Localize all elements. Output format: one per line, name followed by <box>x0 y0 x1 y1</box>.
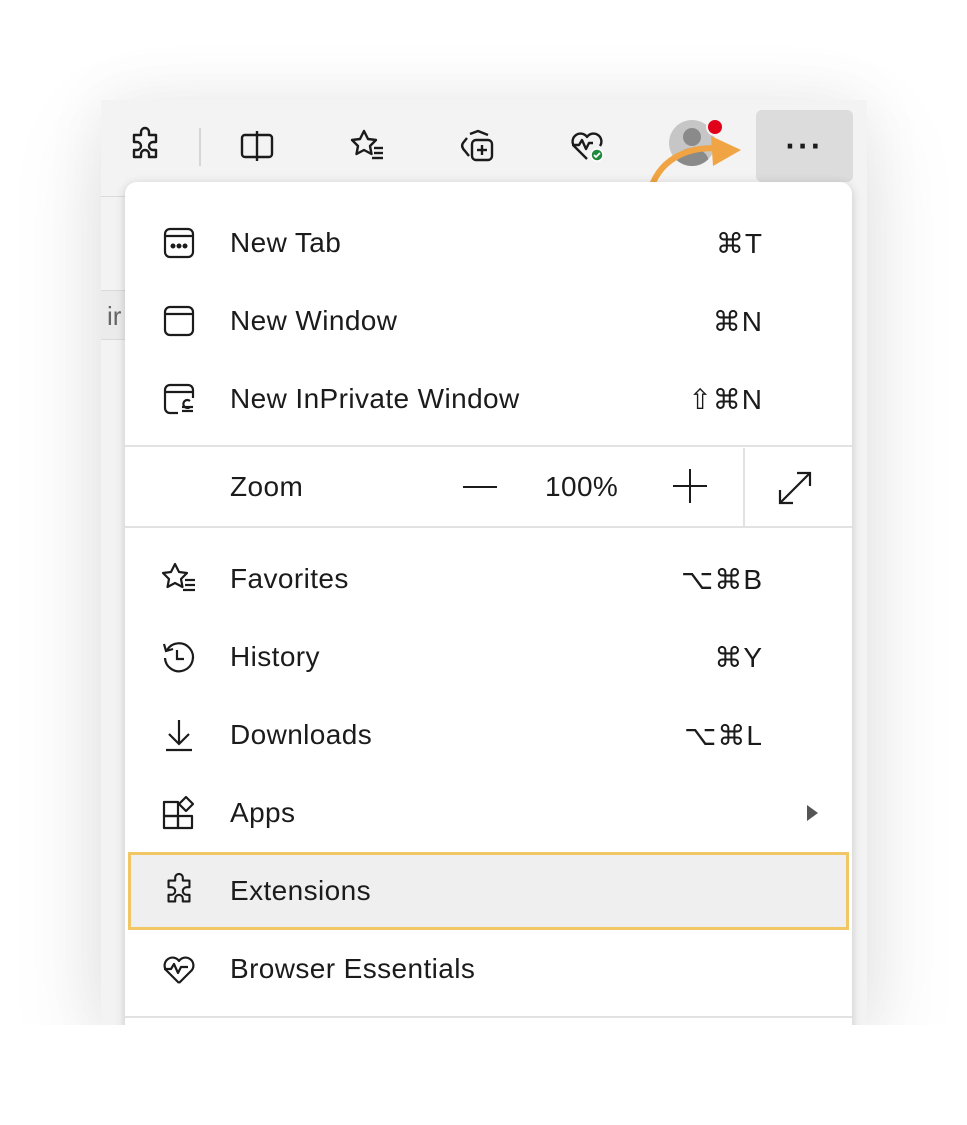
extensions-icon <box>132 126 158 159</box>
toolbar-favorites-button[interactable] <box>339 110 395 182</box>
menu-item-label: Downloads <box>230 719 373 750</box>
menu-item-shortcut: ⌘N <box>712 305 763 337</box>
more-dots-icon: ··· <box>785 127 824 164</box>
zoom-label: Zoom <box>230 471 304 502</box>
fullscreen-icon <box>778 471 812 505</box>
menu-item-shortcut: ⌥⌘L <box>684 719 763 751</box>
history-icon <box>157 635 201 679</box>
menu-separator <box>125 445 852 447</box>
fullscreen-button[interactable] <box>775 468 815 508</box>
menu-item-history[interactable]: History ⌘Y <box>125 618 852 696</box>
toolbar-split-screen-button[interactable] <box>229 110 285 182</box>
browser-essentials-icon <box>157 947 201 991</box>
apps-icon <box>157 791 201 835</box>
new-tab-icon <box>157 221 201 265</box>
submenu-chevron-icon <box>807 805 818 821</box>
menu-item-extensions[interactable]: Extensions <box>128 852 849 930</box>
menu-item-label: New Tab <box>230 227 342 258</box>
menu-item-shortcut: ⌘T <box>715 227 763 259</box>
menu-item-label: Browser Essentials <box>230 953 476 984</box>
menu-item-label: Extensions <box>230 875 371 906</box>
extensions-icon <box>157 869 201 913</box>
toolbar-extensions-button[interactable] <box>117 110 173 182</box>
collections-icon <box>460 129 494 162</box>
toolbar-divider <box>199 128 201 166</box>
menu-item-label: History <box>230 641 320 672</box>
menu-item-favorites[interactable]: Favorites ⌥⌘B <box>125 540 852 618</box>
downloads-icon <box>157 713 201 757</box>
page-fragment-text: ir <box>107 301 122 331</box>
zoom-in-button[interactable] <box>670 468 710 508</box>
menu-item-shortcut: ⌘Y <box>714 641 763 673</box>
menu-item-label: Apps <box>230 797 296 828</box>
new-window-icon <box>157 299 201 343</box>
favorites-icon <box>350 129 383 160</box>
menu-item-label: New Window <box>230 305 398 336</box>
settings-and-more-button[interactable]: ··· <box>756 110 853 182</box>
zoom-row: Zoom 100% <box>125 448 852 526</box>
menu-item-apps[interactable]: Apps <box>125 774 852 852</box>
menu-item-browser-essentials[interactable]: Browser Essentials <box>125 930 852 1008</box>
menu-item-shortcut: ⌥⌘B <box>681 563 763 595</box>
menu-item-new-inprivate-window[interactable]: New InPrivate Window ⇧⌘N <box>125 360 852 438</box>
zoom-divider <box>743 448 745 526</box>
menu-item-downloads[interactable]: Downloads ⌥⌘L <box>125 696 852 774</box>
menu-separator <box>125 1016 852 1018</box>
zoom-value: 100% <box>545 471 619 502</box>
browser-essentials-icon <box>571 132 604 162</box>
menu-item-label: Favorites <box>230 563 349 594</box>
screenshot-bottom-mask <box>0 1025 967 1125</box>
inprivate-window-icon <box>157 377 201 421</box>
settings-menu: New Tab ⌘T New Window ⌘N New InPrivate W… <box>125 182 852 1042</box>
split-screen-icon <box>240 131 274 161</box>
zoom-out-button[interactable] <box>457 468 501 508</box>
toolbar-browser-essentials-button[interactable] <box>559 110 615 182</box>
toolbar-collections-button[interactable] <box>449 110 505 182</box>
favorites-icon <box>157 557 201 601</box>
menu-separator <box>125 526 852 528</box>
menu-item-label: New InPrivate Window <box>230 383 520 414</box>
menu-item-new-tab[interactable]: New Tab ⌘T <box>125 204 852 282</box>
toolbar: ··· <box>101 100 867 191</box>
menu-item-shortcut: ⇧⌘N <box>688 383 763 415</box>
menu-item-new-window[interactable]: New Window ⌘N <box>125 282 852 360</box>
